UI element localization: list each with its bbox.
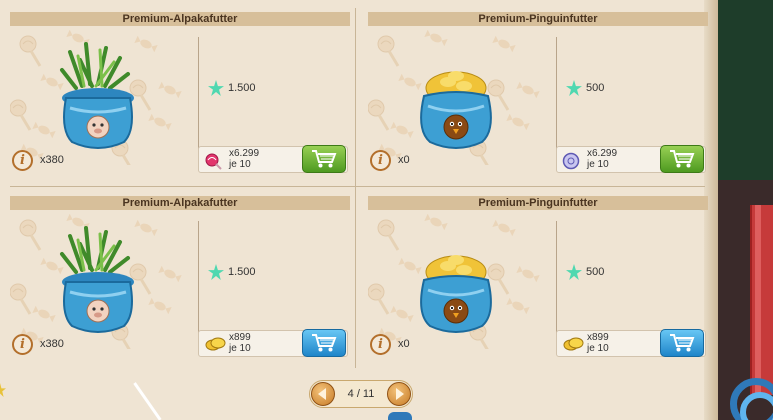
penguin-feed-image — [367, 213, 548, 355]
bottom-decoration — [388, 412, 412, 420]
price-display: 1.500 — [208, 78, 256, 98]
product-card-3: Premium-Alpakafutter 1.500 i x380 x899 j… — [9, 196, 350, 376]
cost-text: x6.299 je 10 — [229, 148, 259, 170]
price-value: 500 — [586, 266, 605, 278]
cost-text: x6.299 je 10 — [587, 148, 617, 170]
info-icon[interactable]: i — [12, 149, 33, 171]
coins-icon — [562, 336, 584, 352]
star-decoration — [0, 383, 6, 397]
product-title: Premium-Pinguinfutter — [368, 12, 708, 26]
grass-tuft — [60, 42, 130, 90]
buy-box: x899 je 10 — [198, 329, 348, 357]
product-title: Premium-Alpakafutter — [10, 196, 350, 210]
page-indicator: 4 / 11 — [347, 388, 375, 400]
buy-box: x6.299 je 10 — [198, 145, 348, 173]
price-value: 1.500 — [228, 82, 256, 94]
lollipop-icon — [204, 152, 222, 170]
next-page-button[interactable] — [387, 382, 411, 406]
price-value: 1.500 — [228, 266, 256, 278]
grass-tuft — [60, 226, 130, 274]
product-card-4: Premium-Pinguinfutter 500 i x0 x899 je 1… — [367, 196, 708, 376]
card-divider — [198, 37, 199, 157]
owned-info: i x380 — [12, 148, 64, 172]
product-title: Premium-Pinguinfutter — [368, 196, 708, 210]
cost-amount: x6.299 — [587, 148, 618, 159]
buy-button[interactable] — [302, 329, 346, 357]
cost-amount: x899 — [229, 332, 251, 343]
gem-icon — [208, 80, 224, 96]
buy-button[interactable] — [660, 329, 704, 357]
cart-icon — [312, 150, 337, 168]
info-icon[interactable]: i — [370, 149, 391, 171]
gem-icon — [566, 80, 582, 96]
product-card-2: Premium-Pinguinfutter 500 i x0 x6.299 je… — [367, 12, 708, 192]
cost-text: x899 je 10 — [587, 332, 609, 354]
card-divider — [556, 221, 557, 341]
cart-icon — [670, 334, 695, 352]
owned-info: i x380 — [12, 332, 64, 356]
card-divider — [556, 37, 557, 157]
owned-info: i x0 — [370, 148, 410, 172]
gem-icon — [208, 264, 224, 280]
price-value: 500 — [586, 82, 605, 94]
side-decoration-foliage — [712, 0, 773, 180]
buy-box: x6.299 je 10 — [556, 145, 706, 173]
card-divider — [198, 221, 199, 341]
owned-info: i x0 — [370, 332, 410, 356]
cart-icon — [312, 334, 337, 352]
buy-button[interactable] — [660, 145, 704, 173]
shop-panel: Premium-Alpakafutter 1.500 i x380 x6.299… — [0, 0, 773, 420]
price-display: 500 — [566, 262, 604, 282]
cost-unit: je 10 — [587, 343, 609, 354]
token-icon — [562, 152, 580, 170]
price-display: 1.500 — [208, 262, 256, 282]
previous-page-button[interactable] — [311, 382, 335, 406]
arrow-right-icon — [396, 388, 404, 400]
coins-icon — [204, 336, 226, 352]
owned-count: x380 — [40, 154, 64, 166]
cost-amount: x6.299 — [229, 148, 260, 159]
price-display: 500 — [566, 78, 604, 98]
pagination: 4 / 11 — [309, 380, 413, 408]
gem-icon — [566, 264, 582, 280]
stick-decoration — [133, 382, 162, 420]
owned-count: x0 — [398, 338, 410, 350]
arrow-left-icon — [318, 388, 326, 400]
alpaca-feed-image — [9, 29, 190, 171]
cost-unit: je 10 — [229, 159, 251, 170]
cart-icon — [670, 150, 695, 168]
info-icon[interactable]: i — [12, 333, 33, 355]
buy-button[interactable] — [302, 145, 346, 173]
cost-unit: je 10 — [587, 159, 609, 170]
cost-unit: je 10 — [229, 343, 251, 354]
owned-count: x0 — [398, 154, 410, 166]
cost-text: x899 je 10 — [229, 332, 251, 354]
info-icon[interactable]: i — [370, 333, 391, 355]
red-pole-decoration — [750, 205, 773, 395]
owned-count: x380 — [40, 338, 64, 350]
alpaca-feed-image — [9, 213, 190, 355]
cost-amount: x899 — [587, 332, 609, 343]
buy-box: x899 je 10 — [556, 329, 706, 357]
product-title: Premium-Alpakafutter — [10, 12, 350, 26]
product-card-1: Premium-Alpakafutter 1.500 i x380 x6.299… — [9, 12, 350, 192]
penguin-feed-image — [367, 29, 548, 171]
